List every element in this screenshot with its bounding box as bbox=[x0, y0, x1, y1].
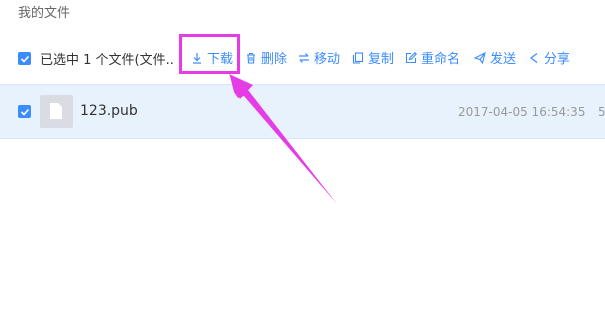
move-label: 移动 bbox=[314, 52, 341, 67]
download-highlight-box bbox=[179, 34, 240, 74]
file-row[interactable]: 123.pub 2017-04-05 16:54:35 5 bbox=[0, 84, 605, 139]
paper-plane-icon bbox=[474, 51, 486, 64]
file-row-checkbox[interactable] bbox=[18, 105, 31, 118]
copy-button[interactable]: 复制 bbox=[352, 48, 394, 67]
rename-label: 重命名 bbox=[421, 52, 461, 67]
selection-summary: 已选中 1 个文件(文件.. bbox=[40, 53, 174, 68]
copy-icon bbox=[352, 51, 364, 64]
breadcrumb[interactable]: 我的文件 bbox=[18, 2, 70, 21]
share-button[interactable]: 分享 bbox=[528, 48, 570, 67]
share-icon bbox=[530, 52, 538, 63]
copy-label: 复制 bbox=[368, 52, 395, 67]
select-all-checkbox[interactable] bbox=[18, 52, 31, 65]
delete-button[interactable]: 删除 bbox=[245, 48, 287, 67]
file-modified-date: 2017-04-05 16:54:35 bbox=[458, 105, 586, 119]
file-type-icon bbox=[40, 95, 73, 128]
file-size: 5 bbox=[598, 105, 605, 119]
rename-button[interactable]: 重命名 bbox=[405, 48, 460, 67]
move-button[interactable]: 移动 bbox=[298, 48, 340, 67]
check-icon bbox=[20, 55, 29, 63]
trash-icon bbox=[247, 52, 255, 64]
send-button[interactable]: 发送 bbox=[474, 48, 516, 67]
move-icon bbox=[299, 52, 309, 63]
edit-icon bbox=[405, 51, 417, 63]
selection-toolbar: 已选中 1 个文件(文件.. 下载 删除 移动 复制 重命名 发送 分享 bbox=[0, 40, 605, 74]
file-name[interactable]: 123.pub bbox=[80, 103, 138, 119]
delete-label: 删除 bbox=[261, 52, 288, 67]
check-icon bbox=[20, 108, 29, 116]
share-label: 分享 bbox=[544, 52, 571, 67]
send-label: 发送 bbox=[490, 52, 517, 67]
